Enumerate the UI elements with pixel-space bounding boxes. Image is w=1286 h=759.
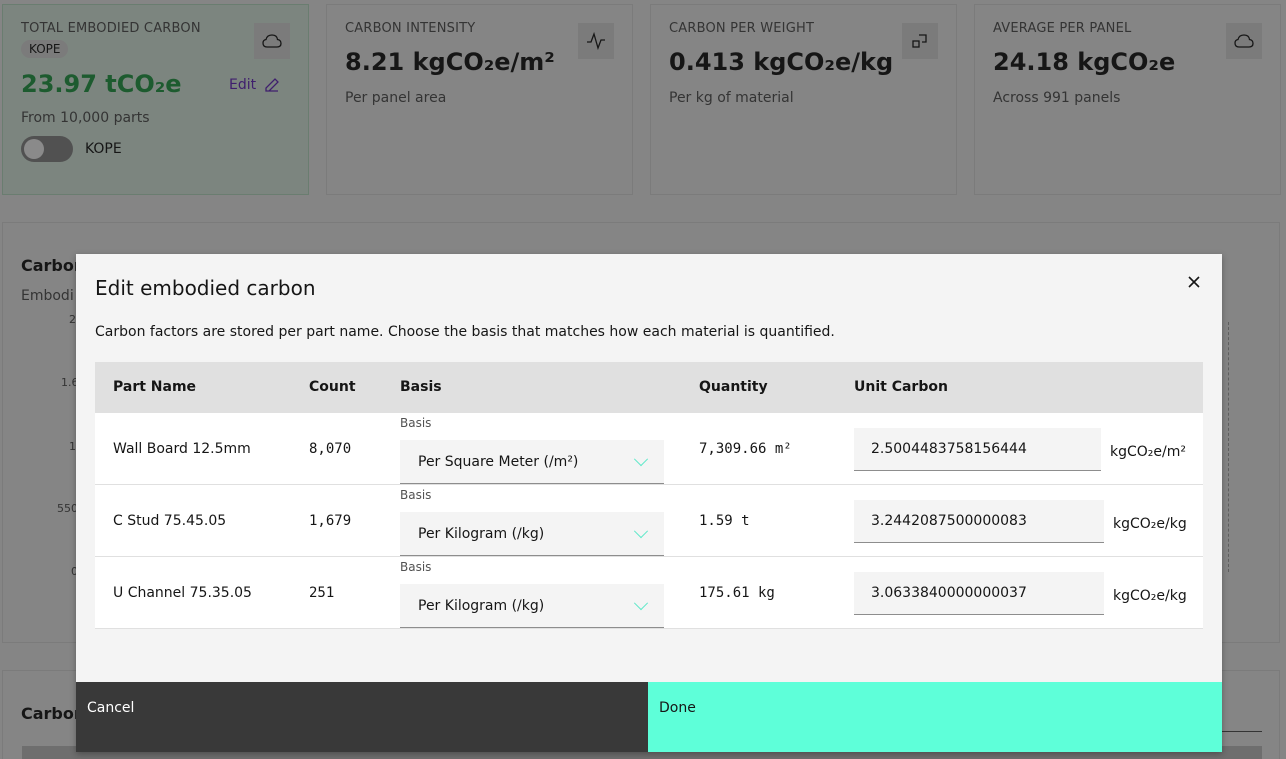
- part-name: Wall Board 12.5mm: [113, 441, 251, 457]
- column-header-count: Count: [309, 379, 356, 395]
- part-count: 1,679: [309, 513, 352, 529]
- unit-label: kgCO₂e/kg: [1113, 588, 1187, 604]
- table-header: Part Name Count Basis Quantity Unit Carb…: [95, 362, 1203, 413]
- part-name: U Channel 75.35.05: [113, 585, 252, 601]
- cancel-button[interactable]: Cancel: [76, 682, 648, 752]
- basis-select[interactable]: Per Kilogram (/kg): [400, 584, 664, 628]
- modal-description: Carbon factors are stored per part name.…: [95, 324, 835, 340]
- column-header-part-name: Part Name: [113, 379, 197, 395]
- basis-value: Per Kilogram (/kg): [418, 525, 545, 542]
- column-header-quantity: Quantity: [699, 379, 768, 395]
- part-count: 8,070: [309, 441, 352, 457]
- table-row: U Channel 75.35.05 251 Basis Per Kilogra…: [95, 557, 1203, 629]
- edit-carbon-modal: Edit embodied carbon Carbon factors are …: [76, 254, 1222, 752]
- basis-label: Basis: [400, 416, 432, 430]
- done-button[interactable]: Done: [648, 682, 1222, 752]
- quantity: 7,309.66 m²: [699, 441, 792, 457]
- table-row: Wall Board 12.5mm 8,070 Basis Per Square…: [95, 413, 1203, 485]
- basis-label: Basis: [400, 560, 432, 574]
- unit-carbon-input[interactable]: [854, 500, 1104, 543]
- column-header-basis: Basis: [400, 379, 442, 395]
- close-icon: [1188, 276, 1200, 288]
- unit-carbon-input[interactable]: [854, 428, 1101, 471]
- close-button[interactable]: [1180, 268, 1208, 296]
- basis-value: Per Kilogram (/kg): [418, 597, 545, 614]
- basis-select[interactable]: Per Square Meter (/m²): [400, 440, 664, 484]
- unit-label: kgCO₂e/kg: [1113, 516, 1187, 532]
- part-name: C Stud 75.45.05: [113, 513, 227, 529]
- modal-title: Edit embodied carbon: [95, 276, 316, 300]
- table-row: C Stud 75.45.05 1,679 Basis Per Kilogram…: [95, 485, 1203, 557]
- chevron-down-icon: [633, 451, 649, 466]
- quantity: 175.61 kg: [699, 585, 775, 601]
- chevron-down-icon: [633, 595, 649, 610]
- quantity: 1.59 t: [699, 513, 750, 529]
- chevron-down-icon: [633, 523, 649, 538]
- column-header-unit-carbon: Unit Carbon: [854, 379, 948, 395]
- unit-label: kgCO₂e/m²: [1110, 444, 1186, 460]
- basis-select[interactable]: Per Kilogram (/kg): [400, 512, 664, 556]
- carbon-table: Part Name Count Basis Quantity Unit Carb…: [95, 362, 1203, 629]
- part-count: 251: [309, 585, 335, 601]
- basis-value: Per Square Meter (/m²): [418, 453, 579, 470]
- unit-carbon-input[interactable]: [854, 572, 1104, 615]
- basis-label: Basis: [400, 488, 432, 502]
